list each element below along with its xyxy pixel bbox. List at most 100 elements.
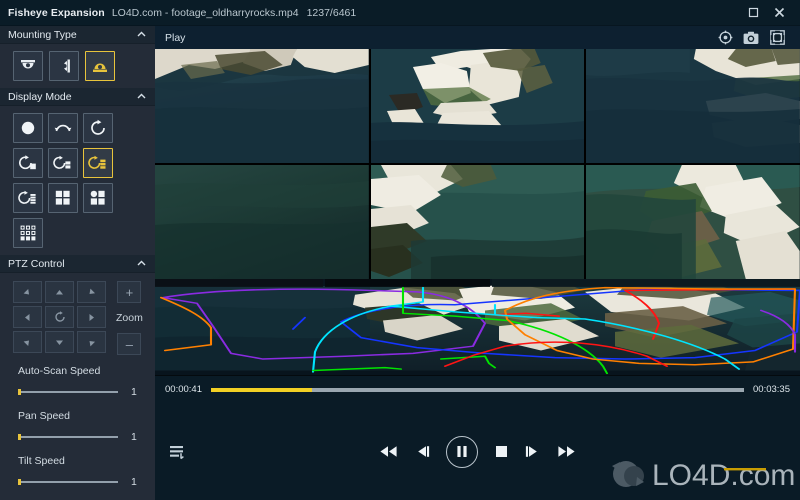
playlist-button[interactable]: [165, 439, 191, 465]
tilt-speed-knob[interactable]: [18, 479, 21, 485]
target-button[interactable]: [712, 28, 738, 48]
timeline: 00:00:41 00:03:35: [155, 375, 800, 404]
pan-speed-track[interactable]: [18, 434, 118, 440]
zoom-label: Zoom: [116, 312, 143, 324]
ptz-up-left-button[interactable]: [13, 281, 42, 303]
ptz-control-body: + Zoom –: [0, 273, 155, 361]
view-cell-6[interactable]: [586, 165, 800, 279]
arrow-down-icon: [56, 340, 63, 345]
mount-wall-button[interactable]: [49, 51, 79, 81]
panel-header-display-mode[interactable]: Display Mode: [0, 88, 155, 106]
snapshot-button[interactable]: [738, 28, 764, 48]
quad-grid-icon: [55, 190, 70, 205]
circle-icon: [21, 121, 35, 135]
mode-original-circle-button[interactable]: [13, 113, 43, 143]
pan-speed-knob[interactable]: [18, 434, 21, 440]
ptz-down-right-button[interactable]: [77, 331, 106, 353]
panorama-view[interactable]: [155, 279, 800, 376]
arrow-three-panel-icon: [88, 155, 106, 169]
panorama-image: [155, 279, 800, 376]
panel-title-display-mode: Display Mode: [8, 90, 72, 103]
mount-ground-button[interactable]: [85, 51, 115, 81]
auto-scan-speed-slider[interactable]: 1: [18, 386, 155, 398]
view-cell-5[interactable]: [370, 165, 585, 279]
auto-scan-speed-label: Auto-Scan Speed: [18, 365, 101, 377]
timeline-track[interactable]: [210, 387, 745, 392]
left-sidebar: Mounting Type Display Mode PTZ Control +…: [0, 26, 155, 500]
circle-arrow-icon: [91, 119, 105, 135]
ptz-right-button[interactable]: [77, 306, 106, 328]
main-area: Play 00:00:41 00:03:35 LO4D.com: [155, 26, 800, 500]
lo4d-watermark: LO4D.com: [604, 452, 796, 496]
mode-arrow-three-panel-button[interactable]: [83, 148, 113, 178]
auto-scan-speed-knob[interactable]: [18, 389, 21, 395]
mode-arrow-four-panel-button[interactable]: [13, 183, 43, 213]
ptz-dpad: [13, 281, 106, 355]
tilt-speed-slider[interactable]: 1: [18, 476, 155, 488]
ground-dome-icon: [93, 63, 107, 72]
mode-single-arc-button[interactable]: [48, 113, 78, 143]
zoom-in-button[interactable]: +: [117, 281, 142, 303]
main-toolbar: Play: [155, 26, 800, 49]
auto-scan-speed-track[interactable]: [18, 389, 118, 395]
lo4d-logo-icon: LO4D.com: [612, 459, 795, 492]
stop-icon: [496, 446, 507, 458]
zoom-out-button[interactable]: –: [117, 333, 142, 355]
ceiling-dome-icon: [21, 60, 35, 69]
arc-arrow-icon: [54, 124, 72, 132]
rewind-button[interactable]: [379, 444, 398, 459]
mode-quad-button[interactable]: [48, 183, 78, 213]
mount-ceiling-button[interactable]: [13, 51, 43, 81]
total-time: 00:03:35: [753, 384, 790, 395]
ptz-down-left-button[interactable]: [13, 331, 42, 353]
circle-quad-icon: [90, 190, 105, 205]
tab-play[interactable]: Play: [165, 32, 185, 44]
mode-360-rotate-button[interactable]: [83, 113, 113, 143]
step-back-button[interactable]: [414, 444, 430, 459]
fast-forward-button[interactable]: [557, 444, 576, 459]
current-time: 00:00:41: [165, 384, 202, 395]
maximize-button[interactable]: [740, 1, 766, 25]
view-cell-2[interactable]: [370, 49, 585, 163]
mounting-type-buttons: [0, 51, 155, 81]
ptz-auto-rotate-button[interactable]: [45, 306, 74, 328]
step-forward-icon: [525, 446, 537, 458]
stop-button[interactable]: [494, 444, 509, 459]
display-mode-buttons: [0, 113, 134, 248]
mode-arrow-one-panel-button[interactable]: [13, 148, 43, 178]
auto-scan-speed-value: 1: [131, 386, 137, 398]
pause-button[interactable]: [446, 435, 478, 468]
pan-speed-slider[interactable]: 1: [18, 431, 155, 443]
window-body: Mounting Type Display Mode PTZ Control +…: [0, 26, 800, 500]
maximize-icon: [748, 7, 758, 18]
timeline-progress: [210, 387, 313, 392]
ptz-up-right-button[interactable]: [77, 281, 106, 303]
mode-arrow-two-panel-button[interactable]: [48, 148, 78, 178]
mode-circle-quad-button[interactable]: [83, 183, 113, 213]
fisheye-expansion-window: Fisheye Expansion LO4D.com - footage_old…: [0, 0, 800, 500]
pause-icon: [457, 446, 467, 458]
panel-body-display-mode: [0, 106, 155, 255]
view-cell-4[interactable]: [155, 165, 369, 279]
panel-title-mounting-type: Mounting Type: [8, 28, 77, 41]
target-icon: [718, 30, 732, 45]
view-cell-1[interactable]: [155, 49, 369, 163]
mode-nine-grid-button[interactable]: [13, 218, 43, 248]
nine-grid-icon: [20, 225, 36, 241]
app-title: Fisheye Expansion: [8, 6, 105, 19]
pan-speed-value: 1: [131, 431, 137, 443]
fast-forward-icon: [558, 446, 575, 458]
ptz-up-button[interactable]: [45, 281, 74, 303]
step-forward-button[interactable]: [525, 444, 541, 459]
fullscreen-button[interactable]: [764, 28, 790, 48]
title-bar: Fisheye Expansion LO4D.com - footage_old…: [0, 0, 800, 26]
ptz-left-button[interactable]: [13, 306, 42, 328]
transport-bar: LO4D.com: [155, 403, 800, 500]
panel-header-ptz-control[interactable]: PTZ Control: [0, 255, 155, 273]
close-button[interactable]: [766, 1, 792, 25]
frame-counter: 1237/6461: [306, 6, 357, 19]
view-cell-3[interactable]: [586, 49, 800, 163]
tilt-speed-track[interactable]: [18, 479, 118, 485]
ptz-down-button[interactable]: [45, 331, 74, 353]
panel-header-mounting-type[interactable]: Mounting Type: [0, 26, 155, 44]
